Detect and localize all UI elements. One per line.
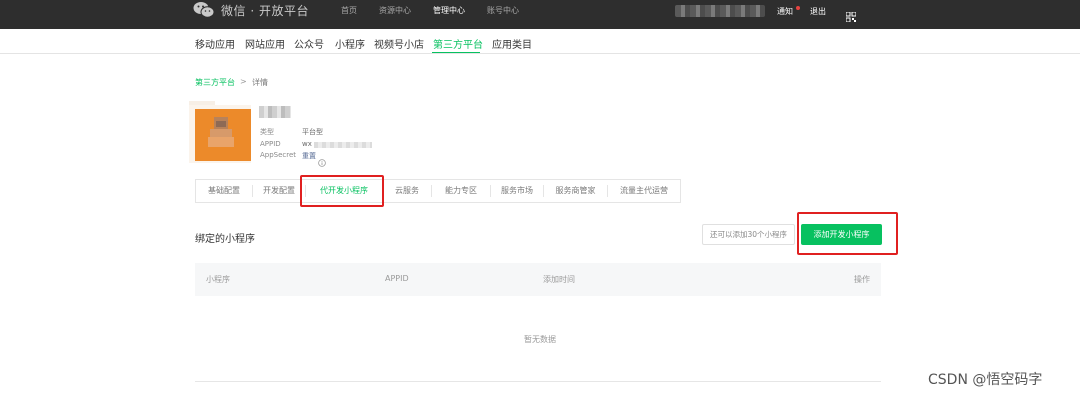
notification-dot <box>796 6 800 10</box>
tab-dev-config[interactable]: 开发配置 <box>253 180 305 202</box>
breadcrumb-separator: > <box>240 77 247 86</box>
tab-service-market[interactable]: 服务市场 <box>491 180 543 202</box>
subnav-official-account[interactable]: 公众号 <box>294 36 324 51</box>
appid-label: APPID <box>260 140 281 148</box>
blurred-appid <box>314 142 372 148</box>
subnav-mini-program[interactable]: 小程序 <box>335 36 365 51</box>
appid-value: wx <box>302 140 312 148</box>
subnav-channels-shop[interactable]: 视频号小店 <box>374 36 424 51</box>
tab-service-steward[interactable]: 服务商管家 <box>544 180 607 202</box>
table-bottom-divider <box>195 381 881 382</box>
nav-resources[interactable]: 资源中心 <box>379 5 411 16</box>
subnav-website-app[interactable]: 网站应用 <box>245 36 285 51</box>
subnav-third-party-platform[interactable]: 第三方平台 <box>433 36 483 51</box>
column-header-mini-program: 小程序 <box>206 275 230 284</box>
column-header-added-time: 添加时间 <box>543 275 575 284</box>
highlight-box-tab <box>300 175 384 207</box>
subnav-divider <box>0 53 1080 54</box>
column-header-actions: 操作 <box>854 275 870 284</box>
highlight-box-button <box>797 212 898 255</box>
nav-account[interactable]: 账号中心 <box>487 5 519 16</box>
tab-cloud-service[interactable]: 云服务 <box>383 180 431 202</box>
nav-home[interactable]: 首页 <box>341 5 357 16</box>
app-avatar <box>189 101 253 163</box>
column-header-appid: APPID <box>385 274 409 283</box>
breadcrumb-parent-link[interactable]: 第三方平台 <box>195 77 235 88</box>
tab-traffic-operation[interactable]: 流量主代运营 <box>608 180 680 202</box>
type-value: 平台型 <box>302 128 323 136</box>
subnav-mobile-app[interactable]: 移动应用 <box>195 36 235 51</box>
logout-link[interactable]: 退出 <box>810 6 826 17</box>
wechat-logo-icon <box>193 1 215 19</box>
nav-management[interactable]: 管理中心 <box>433 5 465 16</box>
info-icon[interactable] <box>318 152 326 167</box>
section-title: 绑定的小程序 <box>195 234 255 245</box>
blurred-app-name <box>259 106 291 118</box>
top-bar <box>0 0 1080 29</box>
table-header: 小程序 APPID 添加时间 操作 <box>195 263 881 296</box>
detail-tabs: 基础配置 开发配置 代开发小程序 云服务 能力专区 服务市场 服务商管家 流量主… <box>195 179 681 203</box>
empty-state: 暂无数据 <box>524 335 556 344</box>
tab-capability-zone[interactable]: 能力专区 <box>432 180 490 202</box>
tab-basic-config[interactable]: 基础配置 <box>196 180 252 202</box>
notify-link[interactable]: 通知 <box>777 6 793 17</box>
qr-code-icon[interactable] <box>845 7 857 23</box>
logo-text: 微信 · 开放平台 <box>221 3 309 18</box>
appsecret-label: AppSecret <box>260 151 297 159</box>
watermark: CSDN @悟空码字 <box>928 372 1043 388</box>
type-label: 类型 <box>260 128 274 136</box>
subnav-app-category[interactable]: 应用类目 <box>492 36 532 51</box>
quota-hint: 还可以添加30个小程序 <box>702 224 795 245</box>
breadcrumb-current: 详情 <box>252 78 268 87</box>
reset-secret-link[interactable]: 重置 <box>302 151 316 161</box>
blurred-username <box>675 5 765 17</box>
platform-logo[interactable]: 微信 · 开放平台 <box>193 0 309 20</box>
